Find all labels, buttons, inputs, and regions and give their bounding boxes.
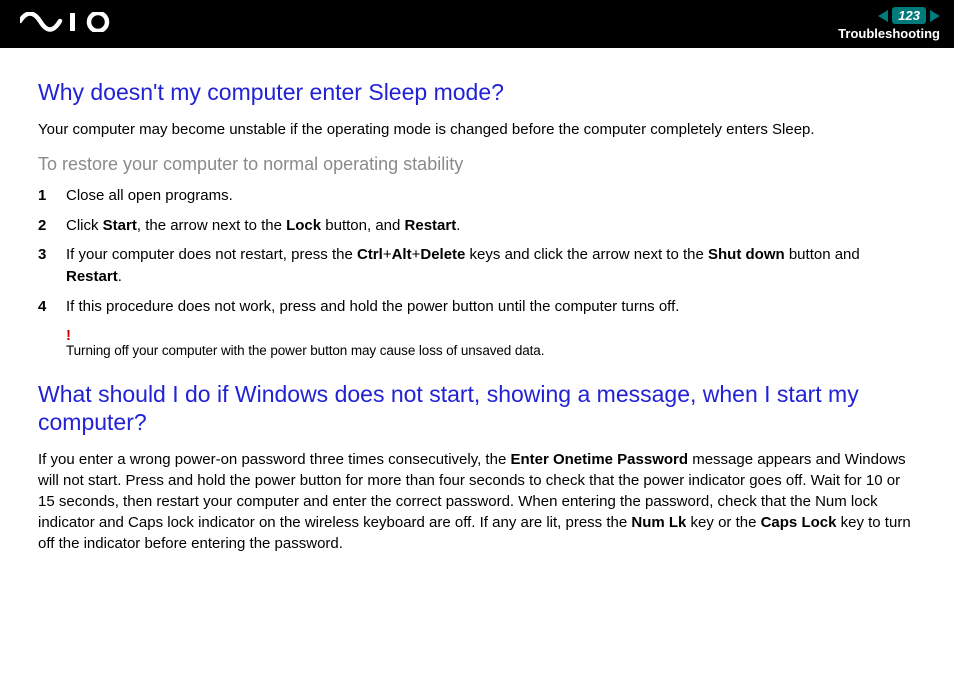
step-2: Click Start, the arrow next to the Lock … <box>38 215 916 237</box>
text: key or the <box>686 514 760 531</box>
caution-note: ! Turning off your computer with the pow… <box>38 328 916 358</box>
bold: Alt <box>392 246 412 263</box>
text: button, and <box>321 217 404 234</box>
bold: Enter Onetime Password <box>510 451 688 468</box>
text: If your computer does not restart, press… <box>66 246 357 263</box>
section-title: Troubleshooting <box>838 26 940 41</box>
q1-intro: Your computer may become unstable if the… <box>38 119 916 140</box>
step-3: If your computer does not restart, press… <box>38 244 916 288</box>
note-text: Turning off your computer with the power… <box>66 343 916 358</box>
bold: Ctrl <box>357 246 383 263</box>
text: button and <box>785 246 860 263</box>
prev-page-arrow-icon[interactable] <box>878 10 888 22</box>
text: . <box>118 268 122 285</box>
page-content: Why doesn't my computer enter Sleep mode… <box>0 48 954 554</box>
bold: Start <box>103 217 137 234</box>
bold: Shut down <box>708 246 785 263</box>
bold: Caps Lock <box>761 514 837 531</box>
vaio-logo <box>20 12 116 37</box>
next-page-arrow-icon[interactable] <box>930 10 940 22</box>
q1-subhead: To restore your computer to normal opera… <box>38 154 916 175</box>
text: , the arrow next to the <box>137 217 286 234</box>
bold: Restart <box>405 217 457 234</box>
page-number: 123 <box>892 7 926 24</box>
text: keys and click the arrow next to the <box>465 246 708 263</box>
header-bar: 123 Troubleshooting <box>0 0 954 48</box>
bold: Restart <box>66 268 118 285</box>
header-right: 123 Troubleshooting <box>838 7 940 41</box>
text: If you enter a wrong power-on password t… <box>38 451 510 468</box>
q1-steps: Close all open programs. Click Start, th… <box>38 185 916 318</box>
vaio-logo-svg <box>20 12 116 32</box>
bold: Num Lk <box>631 514 686 531</box>
page-nav: 123 <box>878 7 940 24</box>
text: . <box>456 217 460 234</box>
text: Click <box>66 217 103 234</box>
question-2-heading: What should I do if Windows does not sta… <box>38 380 916 438</box>
warning-icon: ! <box>66 328 916 343</box>
bold: Delete <box>420 246 465 263</box>
bold: Lock <box>286 217 321 234</box>
q2-paragraph: If you enter a wrong power-on password t… <box>38 449 916 554</box>
step-4: If this procedure does not work, press a… <box>38 296 916 318</box>
text: + <box>383 246 392 263</box>
step-1: Close all open programs. <box>38 185 916 207</box>
question-1-heading: Why doesn't my computer enter Sleep mode… <box>38 78 916 107</box>
